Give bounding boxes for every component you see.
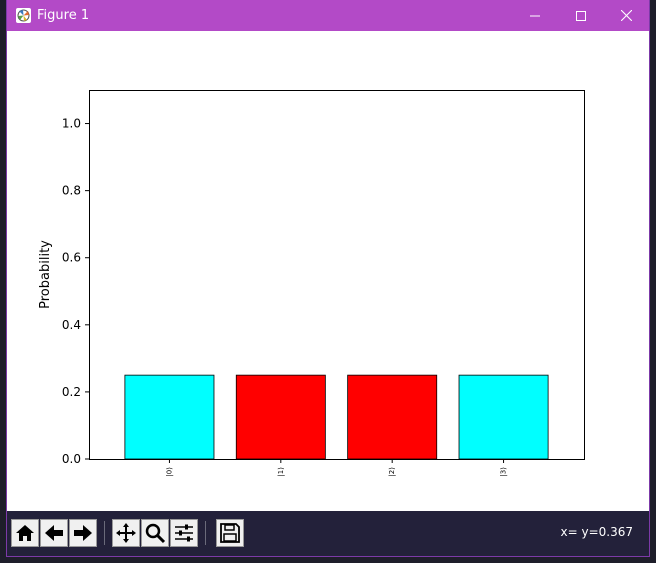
zoom-button[interactable] xyxy=(141,519,169,547)
y-tick-label: 1.0 xyxy=(62,117,81,131)
bar-2 xyxy=(347,374,438,460)
minimize-icon xyxy=(530,15,540,16)
magnifier-icon xyxy=(145,523,166,544)
maximize-button[interactable] xyxy=(558,0,604,31)
minimize-button[interactable] xyxy=(512,0,558,31)
window-title: Figure 1 xyxy=(37,8,90,23)
title-bar[interactable]: Figure 1 xyxy=(7,0,649,31)
bar-0 xyxy=(124,374,215,460)
y-axis-label: Probability xyxy=(38,240,53,309)
back-arrow-icon xyxy=(45,525,63,541)
sliders-icon xyxy=(175,524,193,542)
home-icon xyxy=(16,525,34,541)
y-tick-label: 0.0 xyxy=(62,452,81,466)
x-axis-ticks: |0⟩ |1⟩ |2⟩ |3⟩ xyxy=(165,459,508,477)
pan-button[interactable] xyxy=(112,519,140,547)
matplotlib-logo-icon xyxy=(16,8,31,23)
bar-chart[interactable]: 0.0 0.2 0.4 0.6 0.8 1.0 |0⟩ |1⟩ |2⟩ |3⟩ Probabil… xyxy=(7,31,649,511)
move-icon xyxy=(116,523,136,543)
cursor-coordinates: x= y=0.367 xyxy=(560,525,633,539)
x-tick-label: |0⟩ xyxy=(165,467,173,477)
configure-subplots-button[interactable] xyxy=(170,519,198,547)
maximize-icon xyxy=(576,10,586,21)
close-icon xyxy=(620,10,632,21)
forward-arrow-icon xyxy=(74,525,92,541)
navigation-toolbar: x= y=0.367 xyxy=(7,511,649,556)
close-button[interactable] xyxy=(603,0,649,31)
y-tick-label: 0.2 xyxy=(62,385,81,399)
y-axis-ticks: 0.0 0.2 0.4 0.6 0.8 1.0 xyxy=(62,117,89,466)
floppy-icon xyxy=(220,523,240,543)
y-tick-label: 0.6 xyxy=(62,251,81,265)
back-button[interactable] xyxy=(40,519,68,547)
x-tick-label: |1⟩ xyxy=(277,467,285,477)
bar-1 xyxy=(235,374,326,460)
figure-canvas[interactable]: 0.0 0.2 0.4 0.6 0.8 1.0 |0⟩ |1⟩ |2⟩ |3⟩ Probabil… xyxy=(7,31,649,511)
forward-button[interactable] xyxy=(69,519,97,547)
x-tick-label: |3⟩ xyxy=(500,467,508,477)
y-tick-label: 0.4 xyxy=(62,318,81,332)
bars xyxy=(124,374,549,460)
save-button[interactable] xyxy=(216,519,244,547)
y-tick-label: 0.8 xyxy=(62,184,81,198)
toolbar-separator xyxy=(104,521,105,545)
toolbar-separator xyxy=(205,521,206,545)
x-tick-label: |2⟩ xyxy=(388,467,396,477)
home-button[interactable] xyxy=(11,519,39,547)
bar-3 xyxy=(458,374,549,460)
figure-window: Figure 1 0.0 0.2 0.4 0.6 0.8 1.0 |0⟩ |1⟩ |2⟩ |3⟩… xyxy=(7,0,649,556)
